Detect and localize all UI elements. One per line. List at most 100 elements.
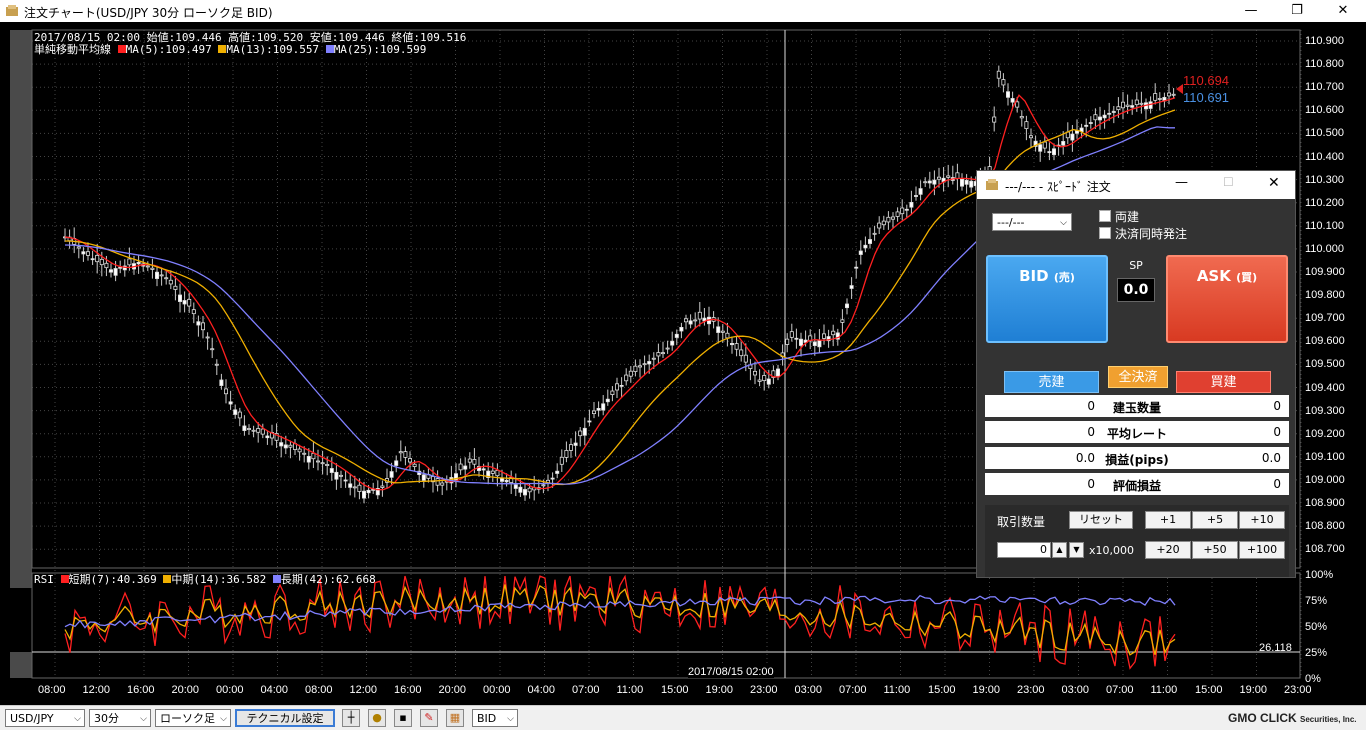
minimize-button[interactable]: — — [1228, 0, 1274, 22]
candle-body — [688, 320, 693, 325]
candle-body — [1088, 122, 1093, 124]
order-minimize-button[interactable]: — — [1175, 175, 1188, 190]
ma5-label: MA(5):109.497 — [125, 43, 212, 56]
candle-body — [927, 180, 932, 184]
time-tick-label: 04:00 — [527, 684, 556, 696]
candle-body — [684, 318, 689, 323]
checkbox-box[interactable] — [1099, 227, 1111, 239]
candle-body — [725, 332, 730, 339]
row-buy-value: 0 — [1273, 425, 1281, 439]
sell-open-button[interactable]: 売建 — [1004, 371, 1099, 393]
plus-100-button[interactable]: +100 — [1239, 541, 1285, 559]
pair-select[interactable]: ---/--- ⌵ — [992, 213, 1072, 231]
row-label: 建玉数量 — [1112, 401, 1161, 415]
candle-body — [260, 428, 265, 435]
candle-body — [251, 429, 256, 432]
plus-5-button[interactable]: +5 — [1192, 511, 1238, 529]
settings-icon[interactable]: ● — [368, 709, 386, 727]
candle-body — [785, 338, 790, 345]
candle-body — [233, 409, 238, 415]
candle-body — [223, 388, 228, 395]
candle-body — [1038, 144, 1043, 152]
time-tick-label: 23:00 — [1017, 684, 1045, 696]
candle-body — [1001, 79, 1006, 86]
crosshair-icon[interactable]: ┼ — [342, 709, 360, 727]
rsi-mid-label: 中期(14):36.582 — [171, 573, 267, 586]
plus-20-button[interactable]: +20 — [1145, 541, 1191, 559]
kessai-checkbox[interactable]: 決済同時発注 — [1099, 225, 1187, 242]
candle-body — [573, 442, 578, 446]
qty-up-icon[interactable]: ▲ — [1052, 542, 1067, 558]
time-tick-label: 19:00 — [705, 684, 734, 696]
draw-icon[interactable]: ✎ — [420, 709, 438, 727]
maximize-button[interactable]: ❐ — [1274, 0, 1320, 22]
price-type-dropdown[interactable]: BID ⌵ — [472, 709, 518, 727]
candle-body — [656, 352, 661, 357]
valuation-row: 0 評価損益 0 — [985, 473, 1289, 495]
candle-body — [504, 479, 509, 483]
candle-body — [569, 444, 574, 451]
candle-body — [191, 309, 196, 315]
candle-body — [1070, 133, 1075, 141]
candle-body — [720, 330, 725, 333]
ryodate-checkbox[interactable]: 両建 — [1099, 208, 1139, 225]
candle-body — [992, 116, 997, 123]
candle-body — [1134, 99, 1139, 106]
candle-body — [592, 410, 597, 415]
candle-body — [996, 70, 1001, 79]
image-icon[interactable]: ▦ — [446, 709, 464, 727]
time-tick-label: 00:00 — [216, 684, 244, 696]
candle-body — [127, 258, 132, 266]
time-tick-label: 04:00 — [260, 684, 289, 696]
pips-row: 0.0 損益(pips) 0.0 — [985, 447, 1289, 469]
rsi-tick-label: 50% — [1305, 621, 1328, 633]
candle-body — [467, 458, 472, 463]
price-type-value: BID — [477, 712, 497, 725]
candle-body — [136, 261, 141, 265]
candle-body — [559, 456, 564, 465]
candle-body — [495, 470, 500, 477]
plus-10-button[interactable]: +10 — [1239, 511, 1285, 529]
ask-buy-button[interactable]: ASK (買) — [1166, 255, 1288, 343]
candle-body — [104, 262, 109, 269]
candle-body — [541, 484, 546, 487]
candle-body — [1153, 93, 1158, 101]
candle-body — [794, 337, 799, 340]
chevron-down-icon: ⌵ — [1060, 218, 1067, 228]
plus-1-button[interactable]: +1 — [1145, 511, 1191, 529]
order-maximize-button[interactable]: ☐ — [1223, 175, 1234, 189]
buy-open-button[interactable]: 買建 — [1176, 371, 1271, 393]
spread-label: SP — [1129, 259, 1143, 272]
period-dropdown[interactable]: 30分 ⌵ — [89, 709, 151, 727]
candle-body — [288, 444, 293, 448]
candle-body — [200, 322, 205, 331]
reset-button[interactable]: リセット — [1069, 511, 1133, 529]
checkbox-box[interactable] — [1099, 210, 1111, 222]
order-panel-body: ---/--- ⌵ 両建 決済同時発注 BID (売) SP 0.0 ASK (買… — [977, 199, 1295, 577]
comment-icon[interactable]: ▪ — [394, 709, 412, 727]
candle-body — [647, 361, 652, 365]
qty-down-icon[interactable]: ▼ — [1069, 542, 1084, 558]
candle-body — [481, 468, 486, 471]
qty-input[interactable]: 0 — [997, 542, 1051, 558]
bid-sell-button[interactable]: BID (売) — [986, 255, 1108, 343]
pair-dropdown[interactable]: USD/JPY ⌵ — [5, 709, 85, 727]
candle-body — [1121, 101, 1126, 109]
candle-body — [1006, 91, 1011, 98]
price-tick-label: 110.200 — [1305, 196, 1344, 209]
row-buy-value: 0.0 — [1261, 451, 1281, 465]
row-label: 平均レート — [1106, 427, 1167, 441]
candle-body — [109, 269, 114, 273]
order-close-button[interactable]: ✕ — [1268, 175, 1280, 191]
plus-50-button[interactable]: +50 — [1192, 541, 1238, 559]
technical-settings-button[interactable]: テクニカル設定 — [235, 709, 335, 727]
candle-body — [891, 216, 896, 220]
candle-body — [739, 349, 744, 357]
close-all-button[interactable]: 全決済 — [1108, 366, 1168, 388]
candle-body — [177, 294, 182, 302]
candle-body — [822, 333, 827, 339]
candle-body — [900, 207, 905, 215]
candle-body — [1010, 98, 1015, 103]
close-button[interactable]: ✕ — [1320, 0, 1366, 22]
chart-type-dropdown[interactable]: ローソク足 ⌵ — [155, 709, 231, 727]
